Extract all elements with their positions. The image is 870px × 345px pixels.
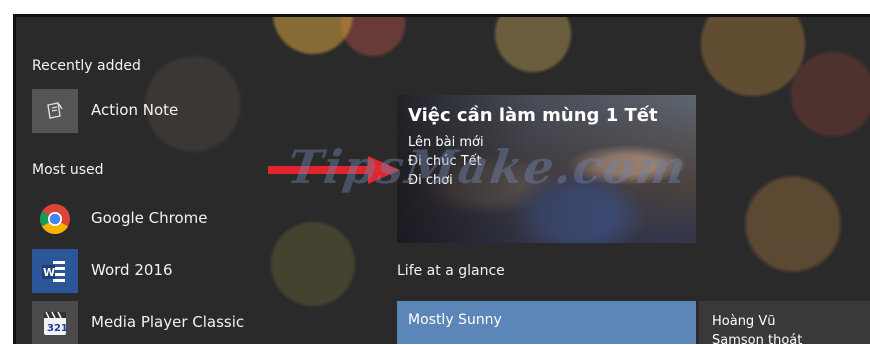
person-name: Hoàng Vũ <box>712 314 776 329</box>
start-menu: Recently added Action Note Most used Goo… <box>13 14 870 344</box>
media-player-icon: 321 <box>32 301 78 344</box>
action-note-icon <box>32 89 78 133</box>
app-label: Google Chrome <box>91 209 208 227</box>
weather-tile[interactable]: Mostly Sunny <box>397 301 696 344</box>
people-tile[interactable]: Hoàng Vũ Samson thoát <box>699 301 870 344</box>
most-used-header: Most used <box>32 162 104 178</box>
app-label: Action Note <box>91 101 179 119</box>
tile-group-label: Life at a glance <box>397 263 505 279</box>
app-label: Media Player Classic <box>91 313 245 331</box>
app-item-media-player-classic[interactable]: 321 Media Player Classic <box>32 301 362 344</box>
weather-label: Mostly Sunny <box>408 312 502 328</box>
svg-text:321: 321 <box>47 323 68 334</box>
watermark-text: TipsMake.com <box>284 140 691 194</box>
app-item-action-note[interactable]: Action Note <box>32 89 362 133</box>
recently-added-header: Recently added <box>32 58 141 74</box>
svg-text:W: W <box>43 266 55 279</box>
app-item-google-chrome[interactable]: Google Chrome <box>32 197 362 241</box>
app-item-word-2016[interactable]: W Word 2016 <box>32 249 362 293</box>
chrome-icon <box>32 197 78 241</box>
person-message: Samson thoát <box>712 333 803 344</box>
word-icon: W <box>32 249 78 293</box>
tile-title: Việc cần làm mùng 1 Tết <box>408 105 658 126</box>
app-label: Word 2016 <box>91 261 173 279</box>
